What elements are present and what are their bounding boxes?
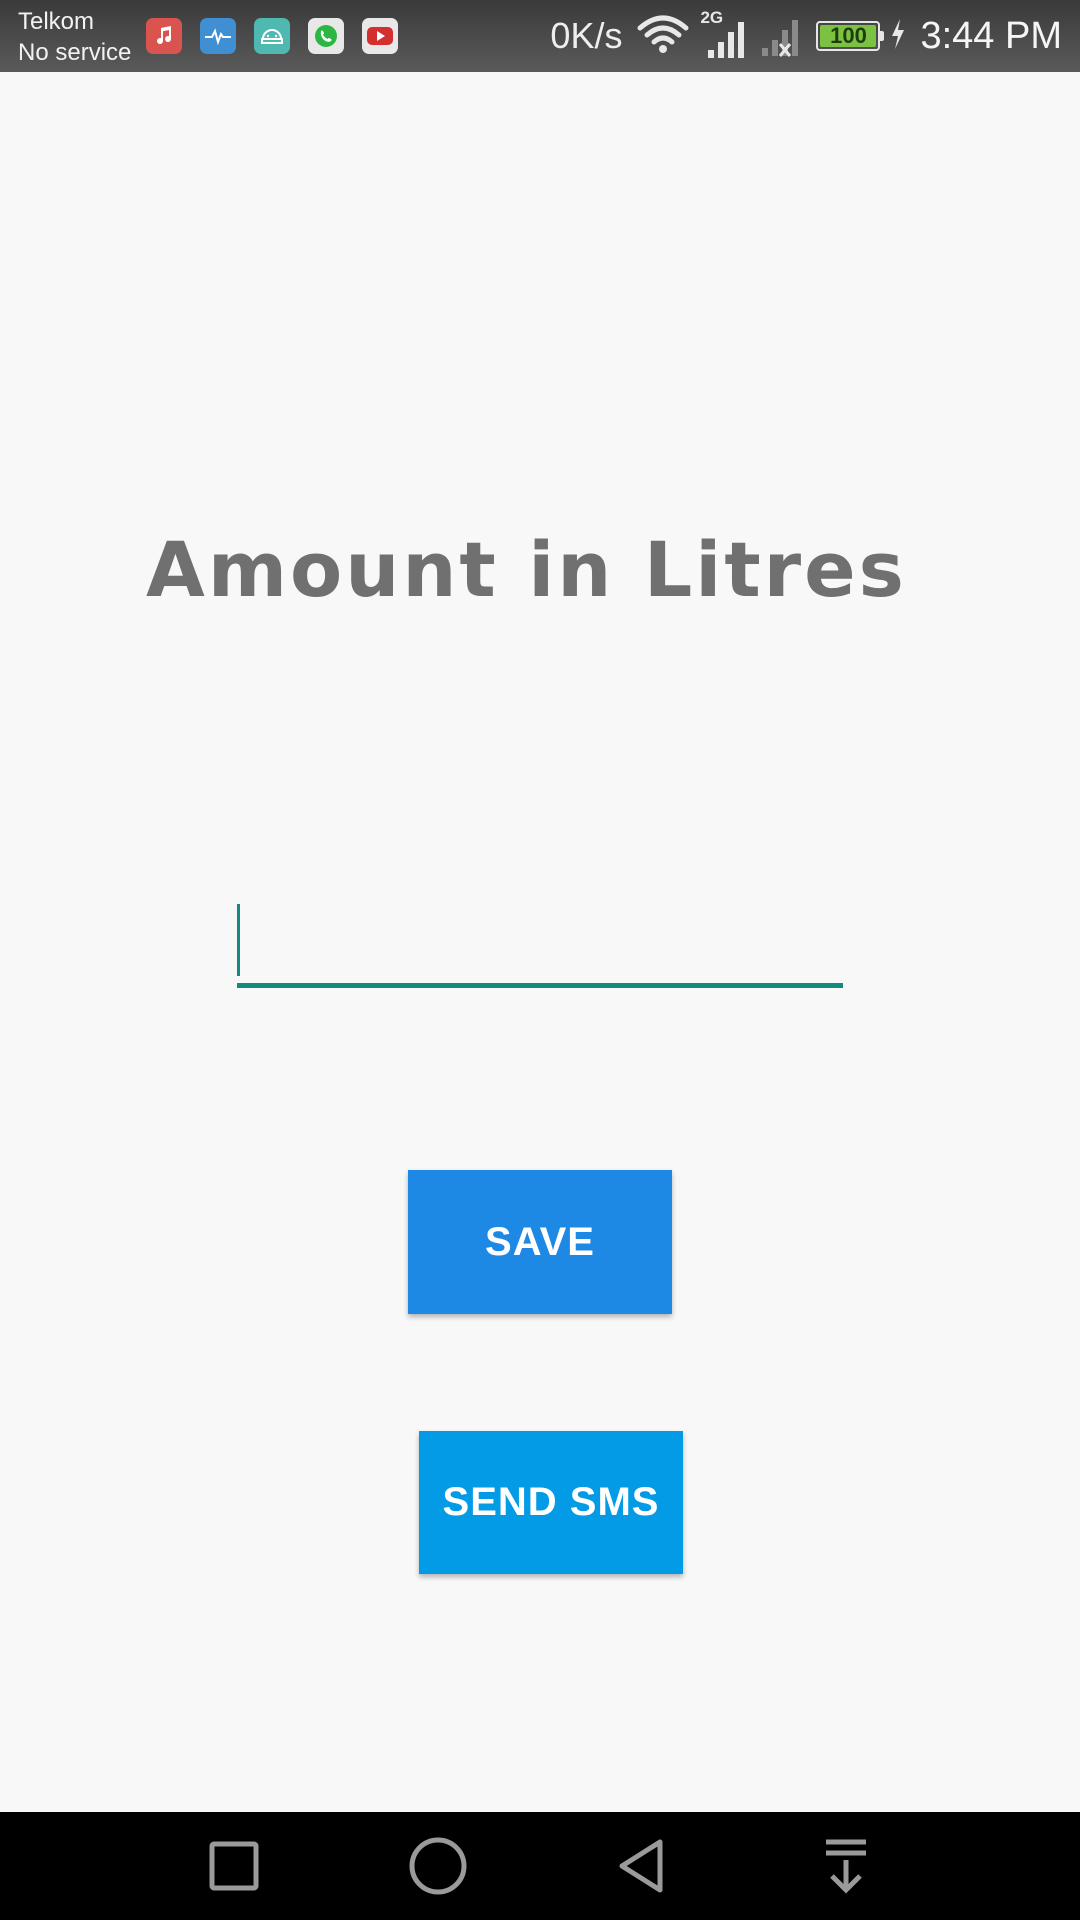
navigation-bar	[0, 1812, 1080, 1920]
text-cursor	[237, 904, 240, 976]
music-icon	[146, 18, 182, 54]
battery-level: 100	[820, 23, 877, 48]
battery-icon: 100	[816, 21, 885, 51]
health-icon	[200, 18, 236, 54]
no-signal-icon	[760, 10, 806, 63]
home-icon[interactable]	[402, 1830, 474, 1902]
status-bar: Telkom No service 0K/s 2G 100 3:44 PM	[0, 0, 1080, 72]
amount-input[interactable]	[237, 898, 843, 988]
android-icon	[254, 18, 290, 54]
screen: Telkom No service 0K/s 2G 100 3:44 PM Am…	[0, 0, 1080, 1920]
notification-drawer-icon[interactable]	[810, 1830, 882, 1902]
carrier-info: Telkom No service	[18, 6, 131, 68]
recent-apps-icon[interactable]	[198, 1830, 270, 1902]
clock: 3:44 PM	[920, 14, 1062, 57]
notification-icons	[146, 18, 398, 54]
youtube-icon	[362, 18, 398, 54]
page-title: Amount in Litres	[146, 525, 907, 614]
back-icon[interactable]	[606, 1830, 678, 1902]
service-status: No service	[18, 39, 132, 66]
save-button[interactable]: SAVE	[408, 1170, 672, 1314]
charging-icon	[890, 18, 906, 55]
net-speed: 0K/s	[550, 15, 623, 56]
send-sms-button[interactable]: SEND SMS	[419, 1431, 683, 1574]
carrier-name: Telkom	[18, 8, 95, 35]
wifi-icon	[636, 14, 690, 59]
cell-signal-icon: 2G	[700, 8, 750, 60]
whatsapp-icon	[308, 18, 344, 54]
status-indicators: 0K/s 2G 100 3:44 PM	[550, 0, 1062, 72]
